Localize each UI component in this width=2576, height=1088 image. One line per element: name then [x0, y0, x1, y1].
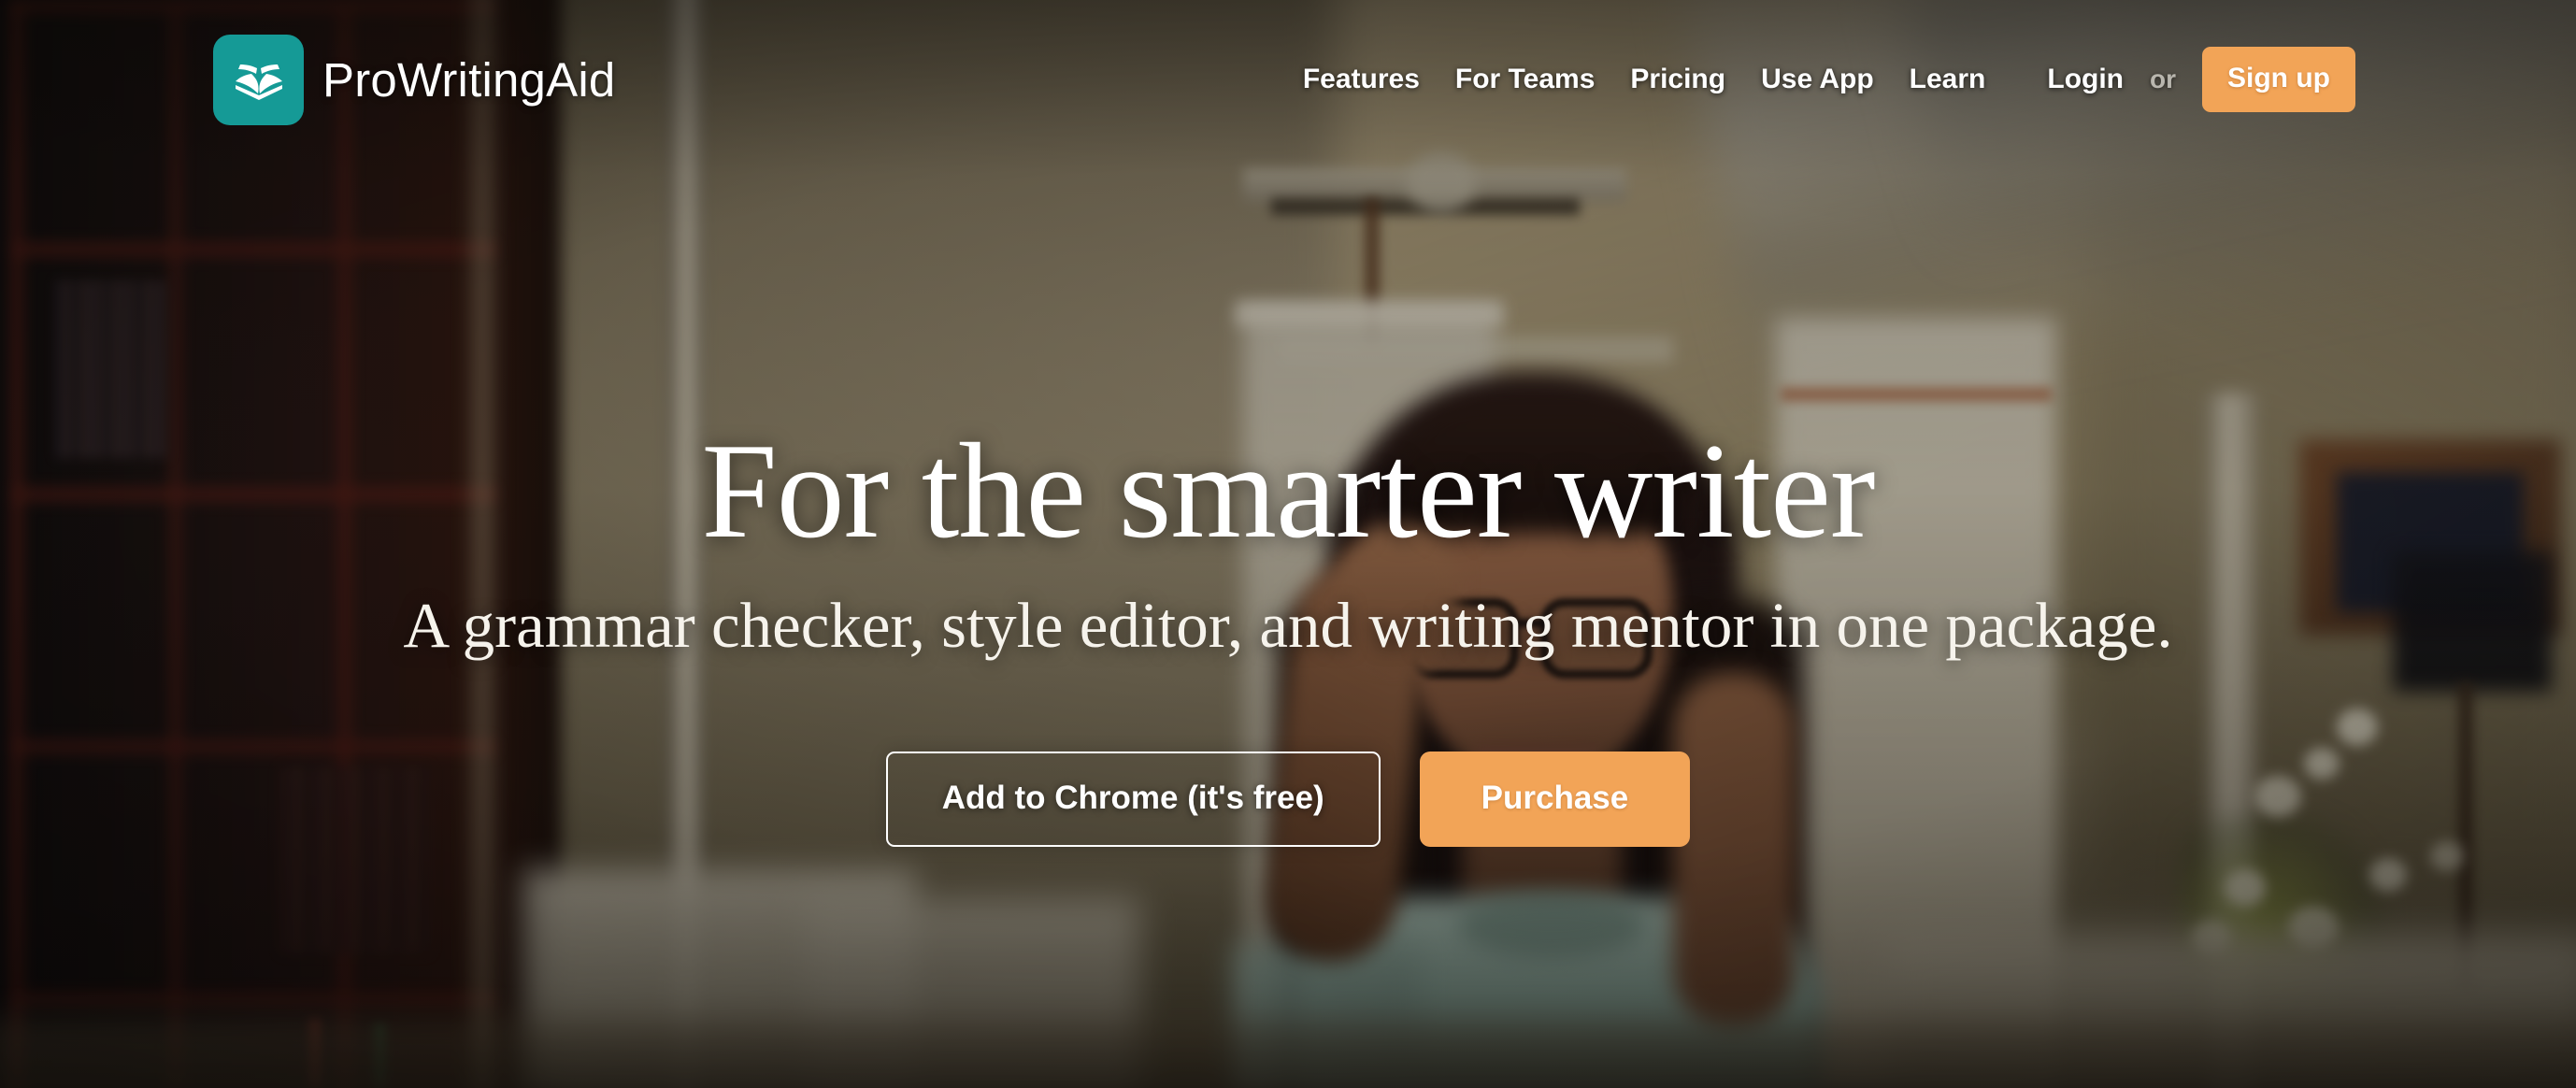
brand-logo-link[interactable]: ProWritingAid — [213, 34, 616, 125]
add-to-chrome-button[interactable]: Add to Chrome (it's free) — [885, 751, 1381, 847]
auth-separator: or — [2150, 64, 2177, 93]
nav-item-features[interactable]: Features — [1303, 64, 1420, 95]
page-root: ProWritingAid Features For Teams Pricing… — [0, 0, 2576, 1088]
hero-subtitle: A grammar checker, style editor, and wri… — [403, 590, 2173, 661]
nav-item-pricing[interactable]: Pricing — [1630, 64, 1725, 95]
site-header: ProWritingAid Features For Teams Pricing… — [0, 0, 2576, 159]
login-link[interactable]: Login — [2047, 64, 2124, 95]
page-title: For the smarter writer — [701, 415, 1875, 566]
primary-nav: Features For Teams Pricing Use App Learn — [1303, 64, 1986, 95]
nav-item-use-app[interactable]: Use App — [1761, 64, 1874, 95]
brand-name: ProWritingAid — [322, 52, 616, 107]
open-book-icon — [213, 34, 304, 125]
nav-item-learn[interactable]: Learn — [1910, 64, 1986, 95]
purchase-button[interactable]: Purchase — [1419, 751, 1691, 847]
hero-cta-group: Add to Chrome (it's free) Purchase — [885, 751, 1691, 847]
sign-up-button[interactable]: Sign up — [2202, 47, 2355, 112]
nav-item-for-teams[interactable]: For Teams — [1455, 64, 1596, 95]
auth-group: Login or Sign up — [2047, 47, 2355, 112]
